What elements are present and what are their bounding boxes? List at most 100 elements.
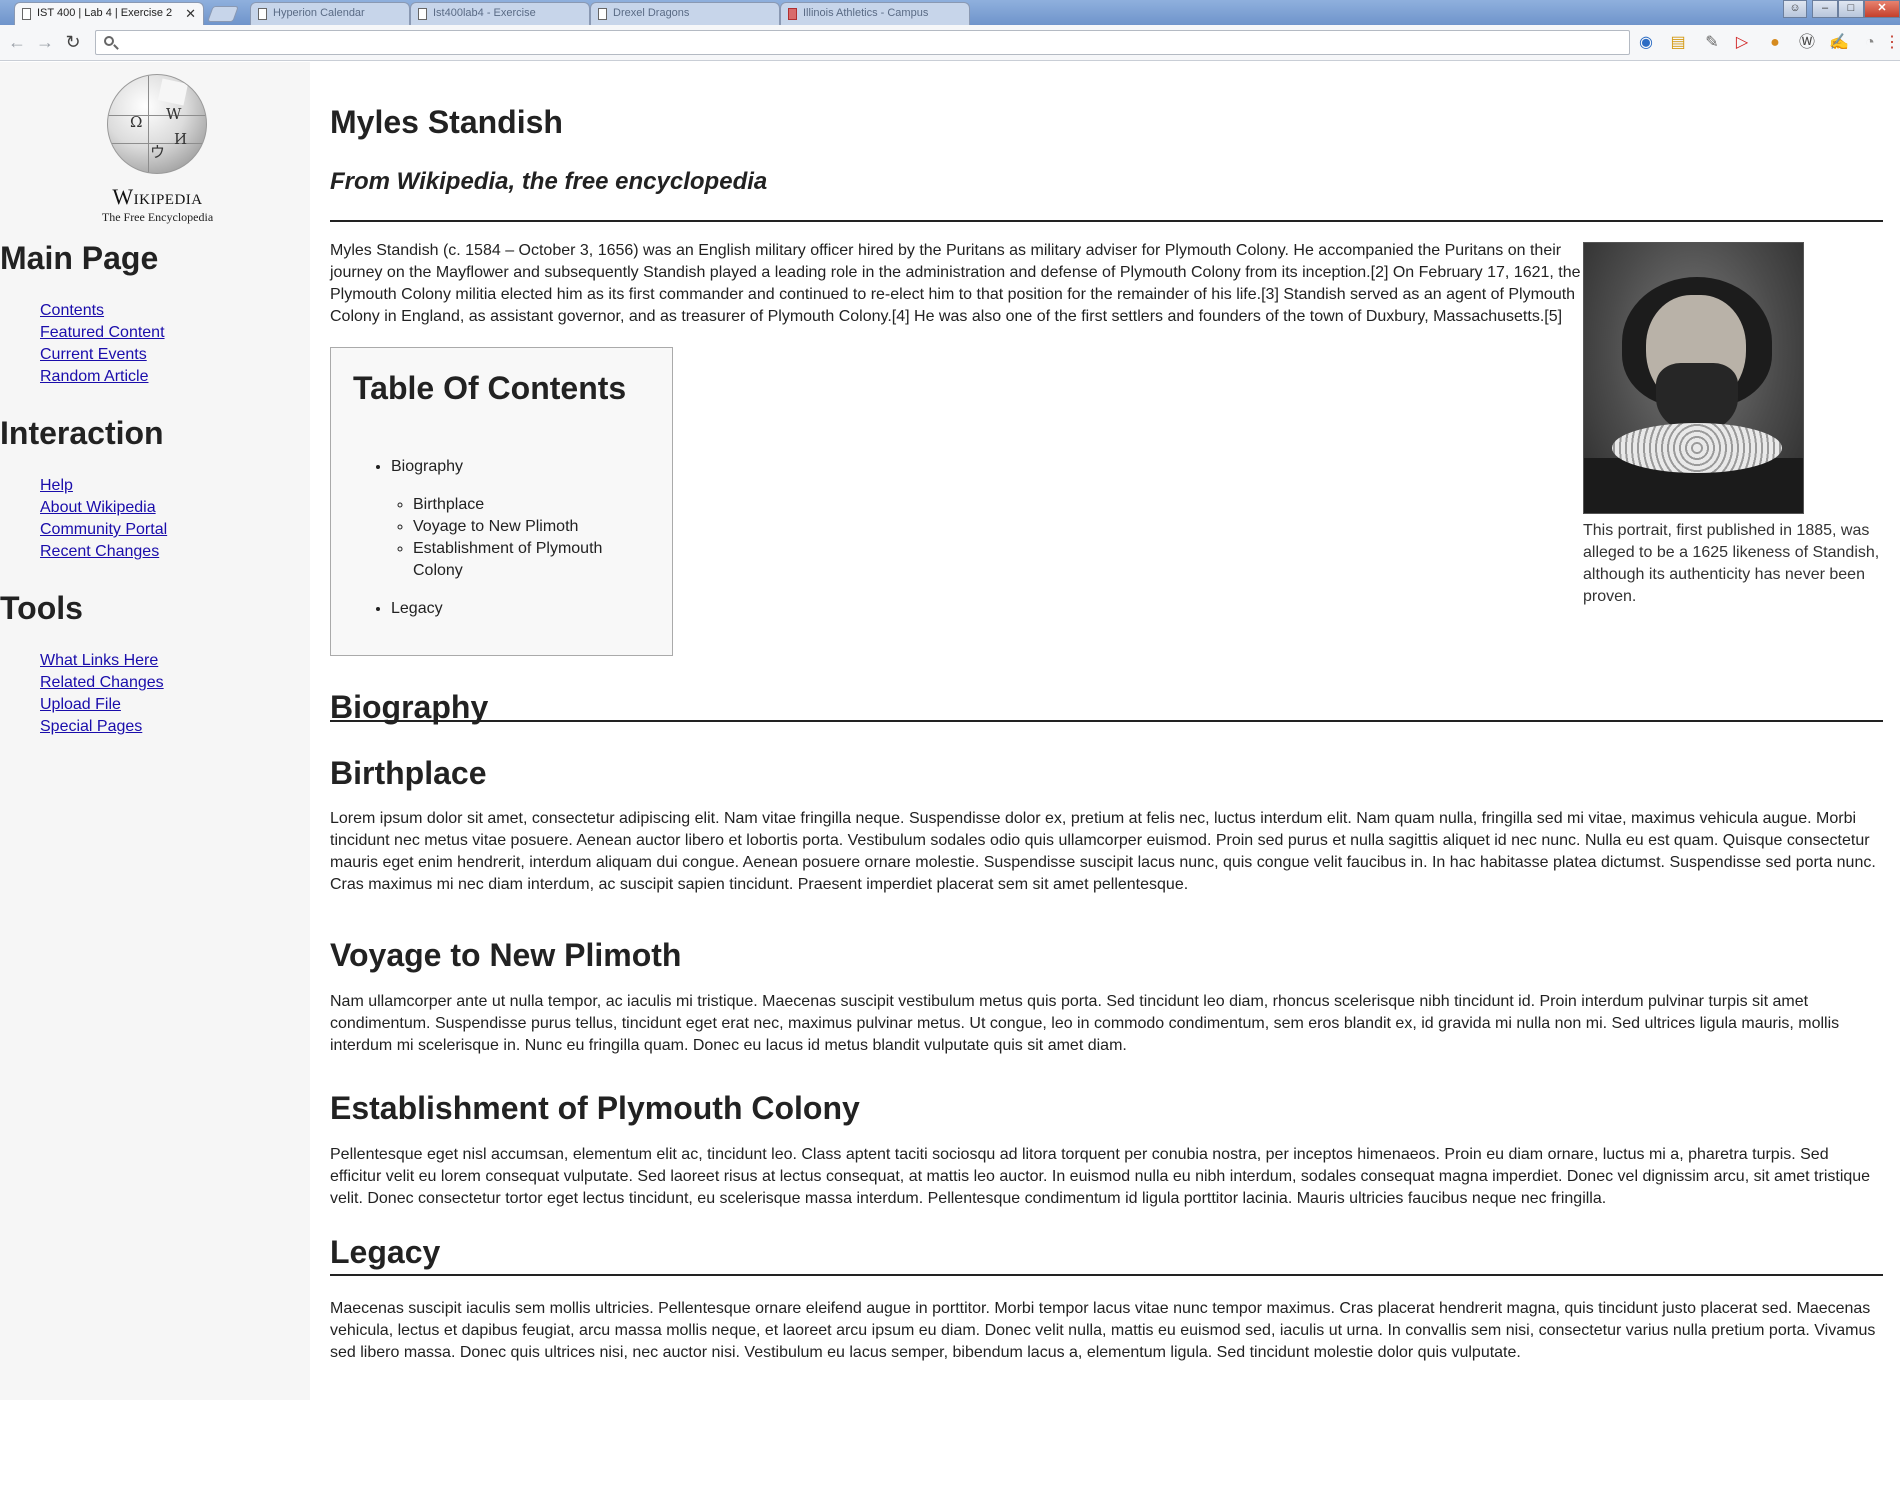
globe-missing-piece (157, 78, 189, 106)
extension-eyedropper-icon[interactable]: ✎ (1702, 33, 1722, 53)
extension-globe-icon[interactable]: ◉ (1636, 33, 1656, 53)
wikipedia-globe-icon: Ω W И ウ (107, 74, 207, 174)
toc-subitem-establishment: Establishment of Plymouth Colony (413, 538, 643, 582)
nav-link-about-wikipedia[interactable]: About Wikipedia (40, 499, 156, 516)
sidebar: Ω W И ウ Wikipedia The Free Encyclopedia … (0, 62, 310, 1400)
close-window-button[interactable]: ✕ (1864, 0, 1900, 18)
tab-background[interactable]: Illinois Athletics - Campus (780, 2, 970, 25)
tab-background[interactable]: Ist400lab4 - Exercise (410, 2, 590, 25)
extension-cookie-icon[interactable]: ● (1765, 33, 1785, 53)
table-of-contents: Table Of Contents Biography Birthplace V… (330, 347, 673, 656)
menu-icon[interactable]: ⋮ (1884, 33, 1900, 53)
section-paragraph-establishment: Pellentesque eget nisl accumsan, element… (330, 1146, 1871, 1207)
extension-clock-icon[interactable]: ◔ (1860, 33, 1880, 53)
toc-sublist: Birthplace Voyage to New Plimoth Establi… (413, 494, 643, 582)
browser-title-bar: IST 400 | Lab 4 | Exercise 2 ✕ Hyperion … (0, 0, 1900, 25)
new-tab-button[interactable] (207, 6, 239, 22)
intro-paragraph: Myles Standish (c. 1584 – October 3, 165… (330, 242, 1581, 325)
minimize-icon: – (1821, 2, 1829, 14)
portrait-image[interactable] (1583, 242, 1804, 514)
page-title: Myles Standish (330, 104, 563, 140)
nav-section-tools: Tools What Links Here Related Changes Up… (0, 590, 164, 738)
tab-title: Illinois Athletics - Campus (803, 7, 929, 19)
maximize-icon: □ (1847, 2, 1855, 14)
section-heading-establishment: Establishment of Plymouth Colony (330, 1090, 860, 1126)
nav-link-list: Contents Featured Content Current Events… (0, 300, 165, 388)
toc-subitem-birthplace: Birthplace (413, 494, 643, 516)
image-caption: This portrait, first published in 1885, … (1583, 522, 1880, 605)
arrow-left-icon: ← (8, 32, 26, 52)
minimize-button[interactable]: – (1812, 0, 1838, 18)
forward-button[interactable]: → (34, 30, 56, 54)
nav-link-community-portal[interactable]: Community Portal (40, 521, 167, 538)
toc-heading: Table Of Contents (353, 370, 627, 406)
user-icon: ☺ (1789, 2, 1801, 14)
nav-section-heading: Main Page (0, 240, 159, 276)
section-paragraph-voyage: Nam ullamcorper ante ut nulla tempor, ac… (330, 993, 1840, 1054)
toc-item-biography: Biography (391, 458, 464, 475)
nav-link-contents[interactable]: Contents (40, 302, 104, 319)
globe-seam (108, 115, 206, 116)
nav-link-special-pages[interactable]: Special Pages (40, 718, 142, 735)
article-content: Myles Standish From Wikipedia, the free … (330, 62, 1883, 1400)
nav-link-featured-content[interactable]: Featured Content (40, 324, 165, 341)
nav-link-list: Help About Wikipedia Community Portal Re… (0, 475, 167, 563)
extension-signature-icon[interactable]: ✍ (1829, 33, 1849, 53)
tab-title: Hyperion Calendar (273, 7, 365, 19)
user-profile-button[interactable]: ☺ (1783, 0, 1807, 18)
extension-wordpress-icon[interactable]: Ⓦ (1797, 33, 1817, 53)
extension-flag-icon[interactable]: ▷ (1732, 33, 1752, 53)
globe-seam (148, 75, 149, 173)
nav-link-upload-file[interactable]: Upload File (40, 696, 121, 713)
logo-wordmark: Wikipedia (112, 184, 203, 209)
nav-section-heading: Interaction (0, 415, 164, 451)
tab-background[interactable]: Drexel Dragons (590, 2, 780, 25)
nav-link-random-article[interactable]: Random Article (40, 368, 149, 385)
section-heading-voyage: Voyage to New Plimoth (330, 937, 682, 973)
tab-title: Drexel Dragons (613, 7, 690, 19)
globe-glyph: ウ (150, 143, 166, 161)
page-favicon-icon (418, 8, 427, 20)
tab-background[interactable]: Hyperion Calendar (250, 2, 410, 25)
page-favicon-icon (22, 8, 31, 20)
browser-toolbar: ← → ↻ ◉ ▤ ✎ ▷ ● Ⓦ ✍ ◔ ⋮ (0, 25, 1900, 61)
toc-item: Biography Birthplace Voyage to New Plimo… (391, 456, 643, 582)
section-heading-legacy: Legacy (330, 1234, 441, 1270)
title-divider (330, 220, 1883, 222)
reload-icon: ↻ (65, 32, 81, 52)
page-favicon-icon (788, 8, 797, 20)
nav-link-recent-changes[interactable]: Recent Changes (40, 543, 159, 560)
close-icon: ✕ (1877, 2, 1887, 14)
reload-button[interactable]: ↻ (62, 30, 84, 54)
nav-link-what-links-here[interactable]: What Links Here (40, 652, 158, 669)
nav-link-help[interactable]: Help (40, 477, 73, 494)
back-button[interactable]: ← (6, 30, 28, 54)
tab-close-icon[interactable]: ✕ (185, 3, 196, 24)
logo-tagline: The Free Encyclopedia (101, 210, 214, 224)
globe-glyph: W (166, 105, 182, 123)
page-favicon-icon (258, 8, 267, 20)
nav-section-main-page: Main Page Contents Featured Content Curr… (0, 240, 165, 388)
tab-title: Ist400lab4 - Exercise (433, 7, 536, 19)
nav-link-current-events[interactable]: Current Events (40, 346, 147, 363)
nav-link-related-changes[interactable]: Related Changes (40, 674, 164, 691)
toc-list: Biography Birthplace Voyage to New Plimo… (391, 456, 643, 636)
globe-glyph: И (174, 130, 188, 148)
section-paragraph-birthplace: Lorem ipsum dolor sit amet, consectetur … (330, 810, 1876, 893)
section-heading-birthplace: Birthplace (330, 755, 487, 791)
page-favicon-icon (598, 8, 607, 20)
nav-section-interaction: Interaction Help About Wikipedia Communi… (0, 415, 167, 563)
tab-active[interactable]: IST 400 | Lab 4 | Exercise 2 ✕ (14, 2, 204, 25)
infobox: This portrait, first published in 1885, … (1583, 242, 1883, 608)
extension-ruler-icon[interactable]: ▤ (1668, 33, 1688, 53)
maximize-button[interactable]: □ (1838, 0, 1864, 18)
page-subtitle: From Wikipedia, the free encyclopedia (330, 168, 768, 195)
toc-subitem-voyage: Voyage to New Plimoth (413, 516, 643, 538)
section-divider (330, 720, 1883, 722)
section-divider (330, 1274, 1883, 1276)
nav-section-heading: Tools (0, 590, 83, 626)
address-bar[interactable] (95, 30, 1630, 55)
section-paragraph-legacy: Maecenas suscipit iaculis sem mollis ult… (330, 1300, 1876, 1361)
nav-link-list: What Links Here Related Changes Upload F… (0, 650, 164, 738)
arrow-right-icon: → (36, 32, 54, 52)
